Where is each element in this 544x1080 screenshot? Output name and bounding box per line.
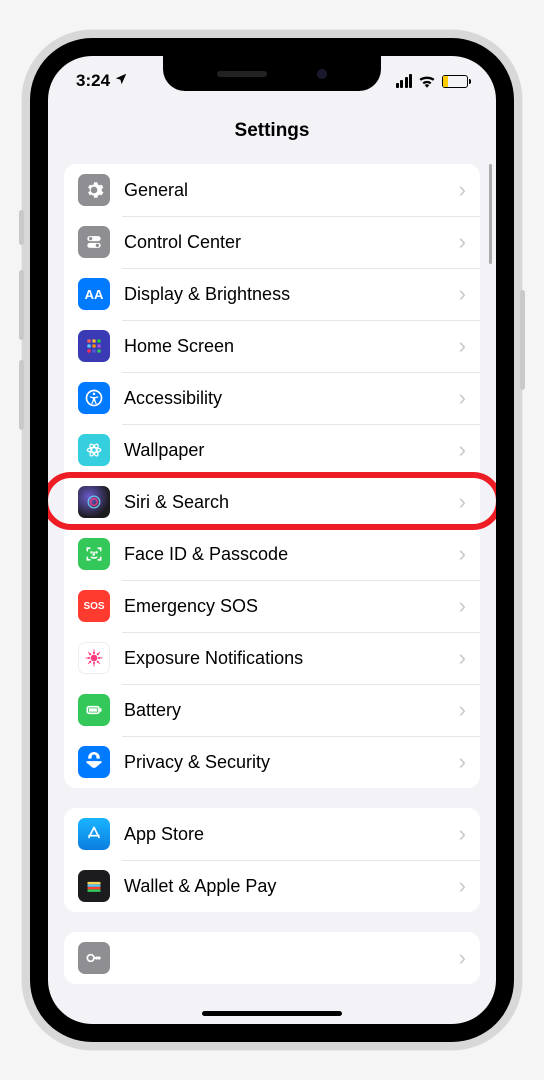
appstore-icon — [78, 818, 110, 850]
power-button — [520, 290, 525, 390]
sos-icon: SOS — [78, 590, 110, 622]
row-appstore[interactable]: App Store › — [64, 808, 480, 860]
row-label: Home Screen — [124, 336, 459, 357]
chevron-right-icon: › — [459, 697, 466, 723]
home-screen-icon — [78, 330, 110, 362]
chevron-right-icon: › — [459, 489, 466, 515]
wallpaper-icon — [78, 434, 110, 466]
battery-setting-icon — [78, 694, 110, 726]
row-label: Face ID & Passcode — [124, 544, 459, 565]
chevron-right-icon: › — [459, 645, 466, 671]
settings-content[interactable]: General › Control Center › AA Display & … — [48, 156, 496, 1024]
settings-group-store: App Store › Wallet & Apple Pay › — [64, 808, 480, 912]
phone-frame: 3:24 Settings — [22, 30, 522, 1050]
location-icon — [114, 71, 128, 91]
chevron-right-icon: › — [459, 281, 466, 307]
accessibility-icon — [78, 382, 110, 414]
chevron-right-icon: › — [459, 229, 466, 255]
row-display[interactable]: AA Display & Brightness › — [64, 268, 480, 320]
row-wallet[interactable]: Wallet & Apple Pay › — [64, 860, 480, 912]
row-cutoff[interactable]: › — [64, 932, 480, 984]
wallet-icon — [78, 870, 110, 902]
chevron-right-icon: › — [459, 873, 466, 899]
nav-header: Settings — [48, 106, 496, 156]
row-faceid[interactable]: Face ID & Passcode › — [64, 528, 480, 580]
notch — [163, 56, 381, 91]
row-battery[interactable]: Battery › — [64, 684, 480, 736]
row-label: General — [124, 180, 459, 201]
speaker — [217, 71, 267, 77]
mute-switch — [19, 210, 24, 245]
wifi-icon — [418, 74, 436, 88]
settings-group-main: General › Control Center › AA Display & … — [64, 164, 480, 788]
volume-down — [19, 360, 24, 430]
switches-icon — [78, 226, 110, 258]
row-label: Accessibility — [124, 388, 459, 409]
row-home-screen[interactable]: Home Screen › — [64, 320, 480, 372]
row-privacy[interactable]: Privacy & Security › — [64, 736, 480, 788]
status-time: 3:24 — [76, 71, 110, 91]
front-camera — [317, 69, 327, 79]
chevron-right-icon: › — [459, 541, 466, 567]
row-label: Exposure Notifications — [124, 648, 459, 669]
row-label: App Store — [124, 824, 459, 845]
volume-up — [19, 270, 24, 340]
row-label: Siri & Search — [124, 492, 459, 513]
row-label: Emergency SOS — [124, 596, 459, 617]
home-indicator[interactable] — [202, 1011, 342, 1016]
chevron-right-icon: › — [459, 821, 466, 847]
row-control-center[interactable]: Control Center › — [64, 216, 480, 268]
display-brightness-icon: AA — [78, 278, 110, 310]
row-label: Control Center — [124, 232, 459, 253]
settings-group-cutoff: › — [64, 932, 480, 984]
cellular-signal-icon — [396, 74, 413, 88]
passwords-icon — [78, 942, 110, 974]
chevron-right-icon: › — [459, 945, 466, 971]
row-general[interactable]: General › — [64, 164, 480, 216]
row-siri[interactable]: Siri & Search › — [64, 476, 480, 528]
row-label: Wallet & Apple Pay — [124, 876, 459, 897]
chevron-right-icon: › — [459, 333, 466, 359]
exposure-icon — [78, 642, 110, 674]
chevron-right-icon: › — [459, 593, 466, 619]
gear-icon — [78, 174, 110, 206]
privacy-icon — [78, 746, 110, 778]
scroll-indicator — [489, 164, 492, 264]
chevron-right-icon: › — [459, 749, 466, 775]
chevron-right-icon: › — [459, 177, 466, 203]
row-exposure[interactable]: Exposure Notifications › — [64, 632, 480, 684]
row-label: Battery — [124, 700, 459, 721]
screen: 3:24 Settings — [48, 56, 496, 1024]
page-title: Settings — [235, 120, 310, 142]
chevron-right-icon: › — [459, 385, 466, 411]
row-label: Display & Brightness — [124, 284, 459, 305]
row-sos[interactable]: SOS Emergency SOS › — [64, 580, 480, 632]
row-label: Privacy & Security — [124, 752, 459, 773]
status-indicators — [396, 74, 469, 88]
row-wallpaper[interactable]: Wallpaper › — [64, 424, 480, 476]
bezel: 3:24 Settings — [30, 38, 514, 1042]
row-label: Wallpaper — [124, 440, 459, 461]
chevron-right-icon: › — [459, 437, 466, 463]
row-accessibility[interactable]: Accessibility › — [64, 372, 480, 424]
faceid-icon — [78, 538, 110, 570]
battery-icon — [442, 75, 468, 88]
siri-icon — [78, 486, 110, 518]
status-time-group: 3:24 — [76, 71, 128, 91]
